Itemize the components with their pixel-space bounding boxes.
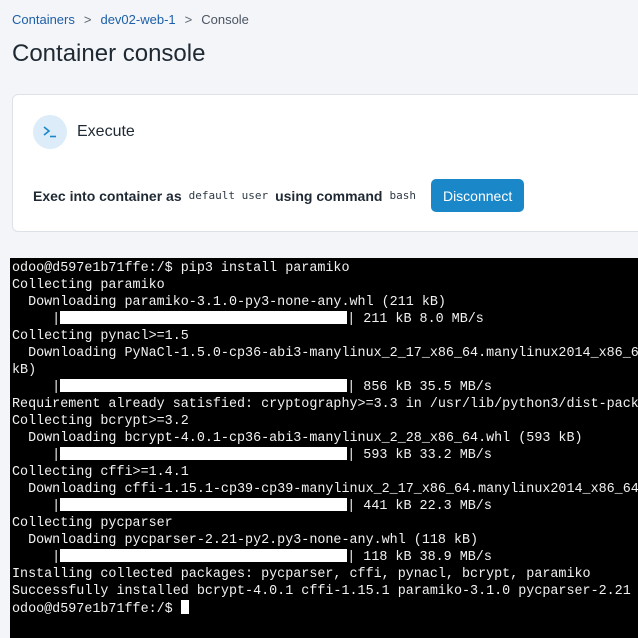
- terminal-line: odoo@d597e1b71ffe:/$ pip3 install parami…: [12, 261, 350, 276]
- breadcrumb-link-containers[interactable]: Containers: [12, 12, 75, 27]
- exec-middle-text: using command: [275, 187, 383, 204]
- terminal-line: | | 856 kB 35.5 MB/s: [12, 379, 638, 396]
- terminal-line: | | 211 kB 8.0 MB/s: [12, 311, 638, 328]
- breadcrumb: Containers > dev02-web-1 > Console: [12, 12, 249, 27]
- terminal-line: | | 593 kB 33.2 MB/s: [12, 447, 638, 464]
- terminal-line: Collecting bcrypt>=3.2: [12, 414, 189, 429]
- breadcrumb-separator: >: [184, 12, 193, 27]
- terminal-line: Collecting pynacl>=1.5: [12, 329, 189, 344]
- terminal-line: Installing collected packages: pycparser…: [12, 567, 591, 582]
- download-progress-bar: [60, 379, 348, 392]
- terminal-line: Downloading PyNaCl-1.5.0-cp36-abi3-manyl…: [28, 346, 638, 361]
- progress-prefix: |: [12, 550, 61, 565]
- progress-stats: | 441 kB 22.3 MB/s: [347, 499, 492, 514]
- terminal-console[interactable]: odoo@d597e1b71ffe:/$ pip3 install parami…: [10, 258, 638, 638]
- download-progress-bar: [60, 498, 348, 511]
- progress-prefix: |: [12, 448, 61, 463]
- exec-user-value: default user: [188, 189, 269, 202]
- download-progress-bar: [60, 311, 348, 324]
- terminal-line: odoo@d597e1b71ffe:/$: [12, 600, 638, 617]
- disconnect-button[interactable]: Disconnect: [430, 179, 525, 212]
- terminal-prompt-icon: [33, 115, 67, 149]
- terminal-line: Downloading pycparser-2.21-py2.py3-none-…: [12, 533, 479, 548]
- terminal-line: Requirement already satisfied: cryptogra…: [12, 397, 638, 412]
- terminal-line: Collecting paramiko: [12, 278, 165, 293]
- breadcrumb-link-container[interactable]: dev02-web-1: [100, 12, 175, 27]
- progress-stats: | 118 kB 38.9 MB/s: [347, 550, 492, 565]
- progress-stats: | 211 kB 8.0 MB/s: [347, 312, 484, 327]
- terminal-line: | | 441 kB 22.3 MB/s: [12, 498, 638, 515]
- execute-header: Execute: [33, 115, 135, 149]
- terminal-line: Collecting pycparser: [12, 516, 173, 531]
- terminal-line: Downloading bcrypt-4.0.1-cp36-abi3-manyl…: [12, 431, 583, 446]
- terminal-line: Downloading cffi-1.15.1-cp39-cp39-manyli…: [28, 482, 638, 497]
- progress-prefix: |: [12, 380, 61, 395]
- exec-prefix-text: Exec into container as: [33, 187, 182, 204]
- terminal-line: Downloading paramiko-3.1.0-py3-none-any.…: [12, 295, 446, 310]
- terminal-output: odoo@d597e1b71ffe:/$ pip3 install parami…: [10, 258, 638, 617]
- terminal-line: kB): [12, 363, 37, 378]
- progress-stats: | 593 kB 33.2 MB/s: [347, 448, 492, 463]
- download-progress-bar: [60, 447, 348, 460]
- progress-prefix: |: [12, 312, 61, 327]
- terminal-cursor: [180, 600, 189, 614]
- terminal-line: Collecting cffi>=1.4.1: [12, 465, 189, 480]
- download-progress-bar: [60, 549, 348, 562]
- progress-prefix: |: [12, 499, 61, 514]
- progress-stats: | 856 kB 35.5 MB/s: [347, 380, 492, 395]
- execute-panel: Execute Exec into container as default u…: [12, 94, 638, 232]
- breadcrumb-separator: >: [83, 12, 92, 27]
- shell-prompt: odoo@d597e1b71ffe:/$: [12, 602, 181, 617]
- exec-command-row: Exec into container as default user usin…: [33, 179, 525, 212]
- terminal-line: | | 118 kB 38.9 MB/s: [12, 549, 638, 566]
- terminal-line: Successfully installed bcrypt-4.0.1 cffi…: [12, 584, 631, 599]
- exec-command-value: bash: [389, 189, 416, 202]
- breadcrumb-current: Console: [201, 12, 249, 27]
- page-title: Container console: [12, 40, 206, 67]
- execute-title: Execute: [77, 123, 135, 140]
